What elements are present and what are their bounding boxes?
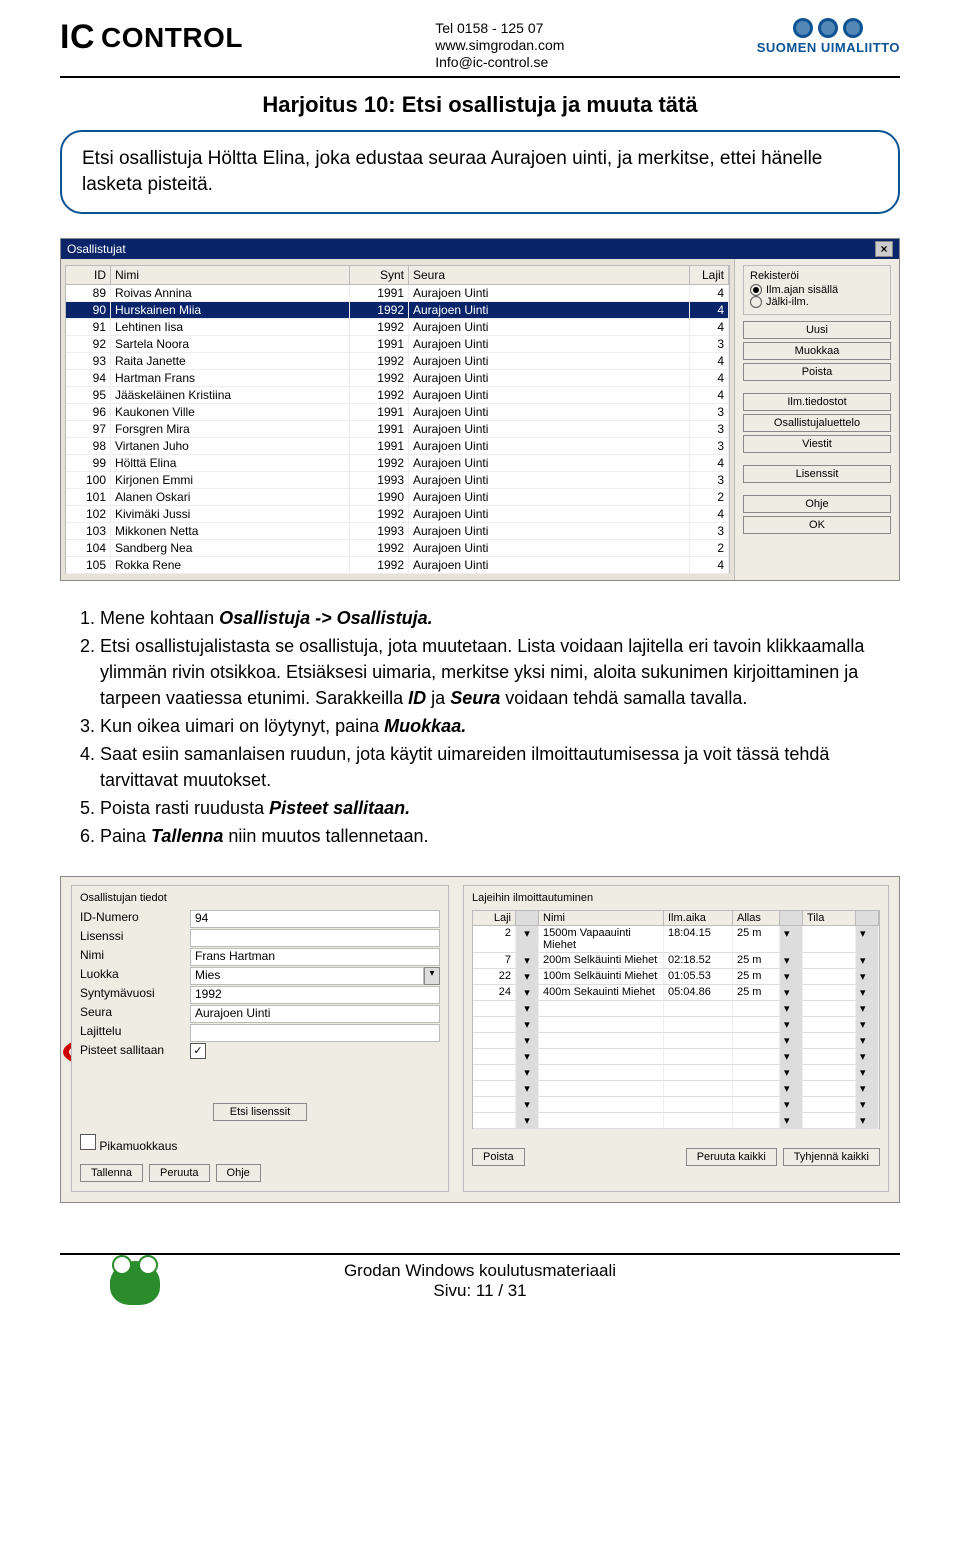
- exercise-callout: Etsi osallistuja Höltta Elina, joka edus…: [60, 130, 900, 213]
- tyhjenna-kaikki-button[interactable]: Tyhjennä kaikki: [783, 1148, 880, 1166]
- right-panel-title: Lajeihin ilmoittautuminen: [472, 892, 880, 904]
- table-row[interactable]: 96Kaukonen Ville1991Aurajoen Uinti3: [65, 404, 730, 421]
- table-row[interactable]: 91Lehtinen Iisa1992Aurajoen Uinti4: [65, 319, 730, 336]
- table-row[interactable]: 89Roivas Annina1991Aurajoen Uinti4: [65, 285, 730, 302]
- instruction-list: Mene kohtaan Osallistuja -> Osallistuja.…: [60, 605, 900, 850]
- event-row[interactable]: 24▾400m Sekauinti Miehet05:04.8625 m▾▾: [472, 985, 880, 1001]
- page-title: Harjoitus 10: Etsi osallistuja ja muuta …: [60, 92, 900, 118]
- table-row[interactable]: 101Alanen Oskari1990Aurajoen Uinti2: [65, 489, 730, 506]
- close-icon[interactable]: ×: [875, 241, 893, 257]
- lisenssit-button[interactable]: Lisenssit: [743, 465, 891, 483]
- peruuta-button[interactable]: Peruuta: [149, 1164, 210, 1182]
- etsi-lisenssit-button[interactable]: Etsi lisenssit: [213, 1103, 308, 1121]
- ohje-button[interactable]: Ohje: [743, 495, 891, 513]
- table-row[interactable]: 98Virtanen Juho1991Aurajoen Uinti3: [65, 438, 730, 455]
- header-rule: [60, 76, 900, 78]
- seura-field[interactable]: Aurajoen Uinti: [190, 1005, 440, 1023]
- event-row[interactable]: ▾▾▾: [472, 1097, 880, 1113]
- nimi-field[interactable]: Frans Hartman: [190, 948, 440, 966]
- table-row[interactable]: 103Mikkonen Netta1993Aurajoen Uinti3: [65, 523, 730, 540]
- event-row[interactable]: ▾▾▾: [472, 1081, 880, 1097]
- event-row[interactable]: ▾▾▾: [472, 1001, 880, 1017]
- table-row[interactable]: 93Raita Janette1992Aurajoen Uinti4: [65, 353, 730, 370]
- luokka-dropdown-icon[interactable]: ▾: [424, 967, 440, 985]
- ok-button[interactable]: OK: [743, 516, 891, 534]
- lajittelu-field[interactable]: [190, 1024, 440, 1042]
- logo-left: ICIC CONTROLCONTROL: [60, 18, 243, 57]
- event-row[interactable]: ▾▾▾: [472, 1065, 880, 1081]
- event-row[interactable]: ▾▾▾: [472, 1033, 880, 1049]
- table-row[interactable]: 97Forsgren Mira1991Aurajoen Uinti3: [65, 421, 730, 438]
- screenshot-participants-window: Osallistujat × ID Nimi Synt Seura Lajit …: [60, 238, 900, 581]
- pikamuokkaus-checkbox[interactable]: [80, 1134, 96, 1150]
- ohje-button-2[interactable]: Ohje: [216, 1164, 261, 1182]
- uusi-button[interactable]: Uusi: [743, 321, 891, 339]
- table-row[interactable]: 105Rokka Rene1992Aurajoen Uinti4: [65, 557, 730, 574]
- table-row[interactable]: 99Hölttä Elina1992Aurajoen Uinti4: [65, 455, 730, 472]
- lisenssi-field[interactable]: [190, 929, 440, 947]
- screenshot-edit-window: Osallistujan tiedot ID-Numero94 Lisenssi…: [60, 876, 900, 1203]
- table-header[interactable]: ID Nimi Synt Seura Lajit: [65, 265, 730, 285]
- left-panel-title: Osallistujan tiedot: [80, 892, 440, 904]
- contact-block: Tel 0158 - 125 07 www.simgrodan.com Info…: [435, 20, 564, 70]
- table-row[interactable]: 95Jääskeläinen Kristiina1992Aurajoen Uin…: [65, 387, 730, 404]
- event-row[interactable]: 7▾200m Selkäuinti Miehet02:18.5225 m▾▾: [472, 953, 880, 969]
- event-row[interactable]: ▾▾▾: [472, 1113, 880, 1129]
- footer: Grodan Windows koulutusmateriaali Sivu: …: [60, 1253, 900, 1301]
- peruuta-kaikki-button[interactable]: Peruuta kaikki: [686, 1148, 777, 1166]
- poista-button[interactable]: Poista: [743, 363, 891, 381]
- event-row[interactable]: 22▾100m Selkäuinti Miehet01:05.5325 m▾▾: [472, 969, 880, 985]
- radio-late[interactable]: Jälki-ilm.: [750, 296, 884, 308]
- logo-right: SUOMEN UIMALIITTO: [757, 18, 900, 55]
- event-row[interactable]: ▾▾▾: [472, 1017, 880, 1033]
- viestit-button[interactable]: Viestit: [743, 435, 891, 453]
- luokka-field[interactable]: Mies: [190, 967, 424, 985]
- pisteet-checkbox[interactable]: ✓: [190, 1043, 206, 1059]
- table-row[interactable]: 90Hurskainen Miia1992Aurajoen Uinti4: [65, 302, 730, 319]
- radio-within-time[interactable]: Ilm.ajan sisällä: [750, 284, 884, 296]
- table-row[interactable]: 102Kivimäki Jussi1992Aurajoen Uinti4: [65, 506, 730, 523]
- muokkaa-button[interactable]: Muokkaa: [743, 342, 891, 360]
- table-row[interactable]: 92Sartela Noora1991Aurajoen Uinti3: [65, 336, 730, 353]
- syntymavuosi-field[interactable]: 1992: [190, 986, 440, 1004]
- window-title: Osallistujat: [67, 242, 126, 256]
- event-row[interactable]: 2▾1500m Vapaauinti Miehet18:04.1525 m▾▾: [472, 926, 880, 953]
- poista-event-button[interactable]: Poista: [472, 1148, 525, 1166]
- id-field[interactable]: 94: [190, 910, 440, 928]
- tallenna-button[interactable]: Tallenna: [80, 1164, 143, 1182]
- frog-logo-icon: [100, 1255, 170, 1305]
- ilm-tiedostot-button[interactable]: Ilm.tiedostot: [743, 393, 891, 411]
- table-row[interactable]: 104Sandberg Nea1992Aurajoen Uinti2: [65, 540, 730, 557]
- register-group: Rekisteröi Ilm.ajan sisällä Jälki-ilm.: [743, 265, 891, 315]
- table-row[interactable]: 94Hartman Frans1992Aurajoen Uinti4: [65, 370, 730, 387]
- events-header[interactable]: Laji Nimi Ilm.aika Allas Tila: [472, 910, 880, 926]
- osallistujaluettelo-button[interactable]: Osallistujaluettelo: [743, 414, 891, 432]
- event-row[interactable]: ▾▾▾: [472, 1049, 880, 1065]
- table-row[interactable]: 100Kirjonen Emmi1993Aurajoen Uinti3: [65, 472, 730, 489]
